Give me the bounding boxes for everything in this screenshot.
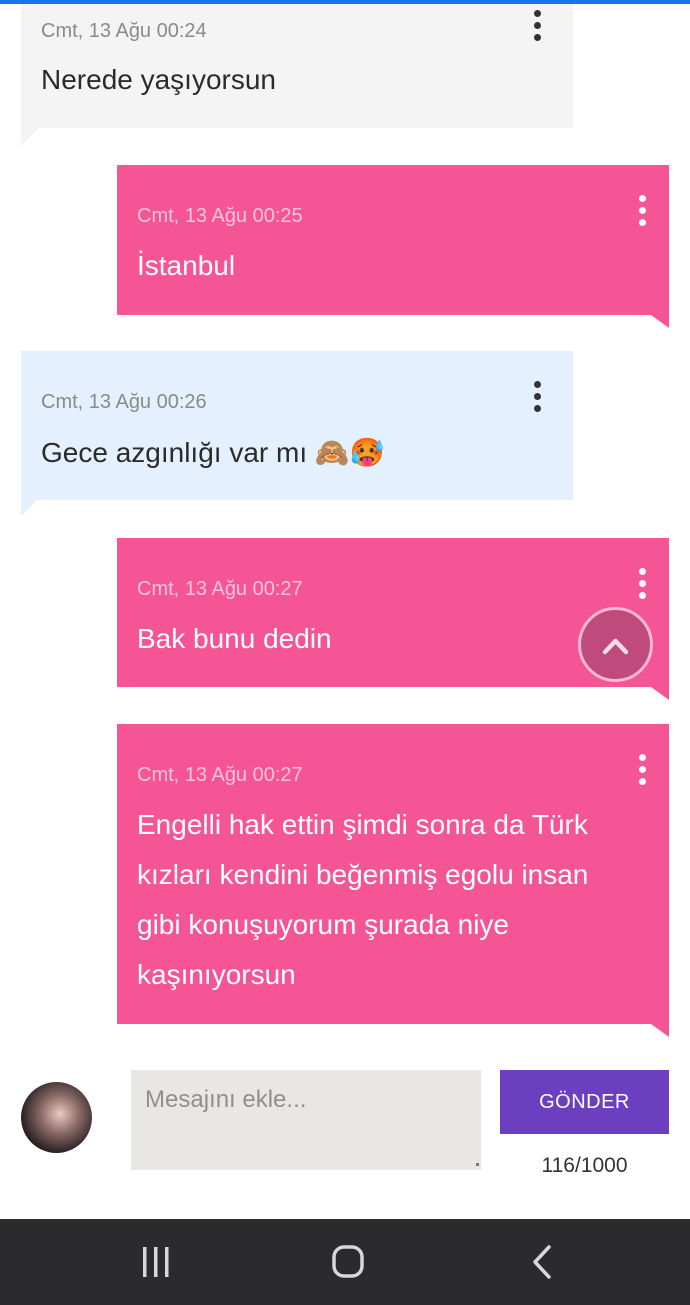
back-icon [533, 1245, 551, 1279]
more-vert-icon[interactable] [534, 381, 542, 413]
home-icon [332, 1245, 364, 1278]
bubble-tail [21, 500, 37, 516]
recent-apps-icon [143, 1247, 169, 1277]
message-input[interactable] [131, 1070, 481, 1170]
message-line: gibi konuşuyorum şurada niye [137, 909, 509, 940]
message-item-outgoing: Cmt, 13 Ağu 00:25 İstanbul [117, 165, 669, 328]
message-line: kızları kendini beğenmiş egolu insan [137, 859, 589, 890]
message-timestamp: Cmt, 13 Ağu 00:26 [41, 391, 207, 413]
home-button[interactable] [303, 1219, 393, 1305]
more-vert-icon[interactable] [639, 195, 647, 227]
chevron-up-icon [602, 638, 629, 655]
message-timestamp: Cmt, 13 Ağu 00:27 [137, 578, 303, 600]
message-text: Gece azgınlığı var mı 🙈🥵 [41, 437, 385, 468]
bubble-tail [651, 1024, 669, 1037]
more-vert-icon[interactable] [639, 568, 647, 600]
character-counter: 116/1000 [541, 1154, 628, 1177]
message-item-incoming: Cmt, 13 Ağu 00:26 Gece azgınlığı var mı … [21, 351, 573, 516]
resize-handle[interactable] [476, 1163, 479, 1166]
message-item-outgoing: Cmt, 13 Ağu 00:27 Engelli hak ettin şimd… [117, 724, 669, 1037]
bubble-tail [651, 687, 669, 700]
message-text: Nerede yaşıyorsun [41, 64, 277, 95]
message-bubble [117, 165, 669, 315]
bubble-tail [21, 128, 39, 146]
scroll-top-button[interactable] [578, 607, 653, 682]
message-timestamp: Cmt, 13 Ağu 00:24 [41, 20, 207, 42]
message-item-incoming: Cmt, 13 Ağu 00:24 Nerede yaşıyorsun [21, 4, 573, 146]
system-nav-bar [0, 1219, 690, 1305]
message-timestamp: Cmt, 13 Ağu 00:27 [137, 764, 303, 786]
message-line: Engelli hak ettin şimdi sonra da Türk [137, 809, 588, 840]
more-vert-icon[interactable] [639, 754, 647, 786]
avatar [21, 1082, 92, 1153]
back-button[interactable] [497, 1219, 587, 1305]
message-timestamp: Cmt, 13 Ağu 00:25 [137, 205, 303, 227]
message-text: Bak bunu dedin [137, 623, 332, 654]
message-text: İstanbul [137, 250, 236, 281]
more-vert-icon[interactable] [534, 10, 542, 42]
message-line: kaşınıyorsun [137, 959, 296, 990]
bubble-tail [651, 315, 669, 328]
recent-apps-button[interactable] [111, 1219, 201, 1305]
message-text: Engelli hak ettin şimdi sonra da Türk kı… [137, 800, 659, 1000]
send-button[interactable]: GÖNDER [500, 1070, 669, 1134]
